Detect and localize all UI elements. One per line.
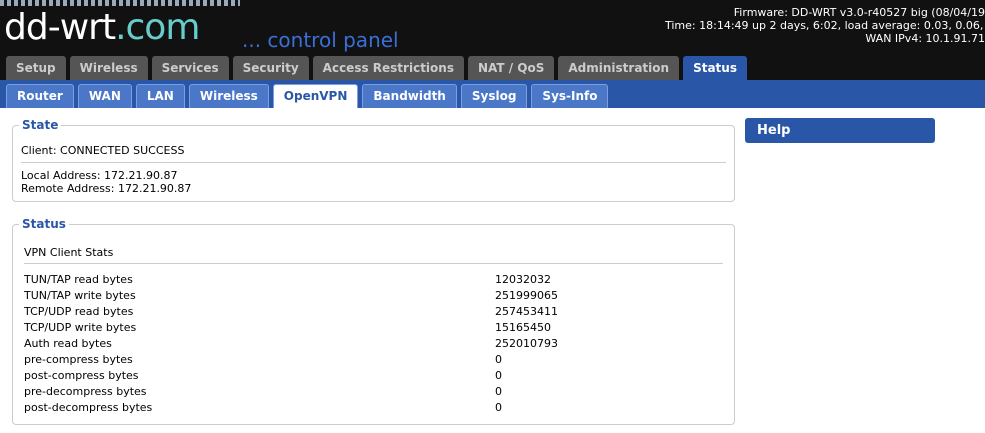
- subtab-wireless[interactable]: Wireless: [188, 84, 269, 108]
- state-panel: State Client: CONNECTED SUCCESS Local Ad…: [12, 118, 735, 202]
- subtab-syslog[interactable]: Syslog: [460, 84, 528, 108]
- logo-main: dd-wrt: [4, 7, 116, 48]
- tab-security[interactable]: Security: [232, 56, 309, 80]
- state-legend: State: [19, 118, 62, 132]
- subtab-bandwidth[interactable]: Bandwidth: [362, 84, 457, 108]
- tab-setup[interactable]: Setup: [6, 56, 66, 80]
- stat-value: 0: [495, 385, 502, 398]
- stat-label: TCP/UDP write bytes: [24, 321, 137, 334]
- tagline: ... control panel: [242, 28, 399, 52]
- tab-status[interactable]: Status: [683, 56, 747, 80]
- subtab-wan[interactable]: WAN: [77, 84, 132, 108]
- firmware-version: Firmware: DD-WRT v3.0-r40527 big (08/04/…: [733, 6, 985, 19]
- main-tabs: Setup Wireless Services Security Access …: [6, 56, 751, 80]
- stat-label: pre-compress bytes: [24, 353, 133, 366]
- stat-label: TUN/TAP read bytes: [24, 273, 133, 286]
- firmware-info: Firmware: DD-WRT v3.0-r40527 big (08/04/…: [665, 6, 985, 45]
- stat-label: TUN/TAP write bytes: [24, 289, 136, 302]
- system-time: Time: 18:14:49 up 2 days, 6:02, load ave…: [665, 19, 985, 32]
- stat-value: 12032032: [495, 273, 551, 286]
- subtab-router[interactable]: Router: [6, 84, 74, 108]
- stat-label: post-compress bytes: [24, 369, 139, 382]
- stat-value: 0: [495, 401, 502, 414]
- stat-value: 0: [495, 353, 502, 366]
- remote-address: Remote Address: 172.21.90.87: [21, 182, 192, 195]
- header-stripes: [0, 0, 240, 6]
- client-status: Client: CONNECTED SUCCESS: [21, 144, 185, 157]
- subtab-sys-info[interactable]: Sys-Info: [531, 84, 609, 108]
- local-address: Local Address: 172.21.90.87: [21, 169, 178, 182]
- help-button[interactable]: Help: [745, 118, 935, 143]
- sub-tabs: Router WAN LAN Wireless OpenVPN Bandwidt…: [6, 84, 612, 108]
- tab-wireless[interactable]: Wireless: [69, 56, 148, 80]
- tab-services[interactable]: Services: [151, 56, 229, 80]
- stat-value: 257453411: [495, 305, 558, 318]
- state-divider: [21, 162, 726, 163]
- stat-value: 15165450: [495, 321, 551, 334]
- tab-nat-qos[interactable]: NAT / QoS: [467, 56, 555, 80]
- tab-access-restrictions[interactable]: Access Restrictions: [312, 56, 464, 80]
- subtab-openvpn[interactable]: OpenVPN: [272, 84, 359, 108]
- stat-label: Auth read bytes: [24, 337, 112, 350]
- status-divider: [24, 263, 723, 264]
- tab-administration[interactable]: Administration: [558, 56, 680, 80]
- stat-value: 251999065: [495, 289, 558, 302]
- status-panel: Status VPN Client Stats TUN/TAP read byt…: [12, 217, 735, 425]
- vpn-stats-heading: VPN Client Stats: [24, 246, 114, 259]
- subtab-lan[interactable]: LAN: [135, 84, 185, 108]
- stat-value: 0: [495, 369, 502, 382]
- wan-ipv4: WAN IPv4: 10.1.91.71: [865, 32, 985, 45]
- stat-label: TCP/UDP read bytes: [24, 305, 134, 318]
- status-legend: Status: [19, 217, 69, 231]
- stat-label: pre-decompress bytes: [24, 385, 147, 398]
- stat-label: post-decompress bytes: [24, 401, 153, 414]
- stat-value: 252010793: [495, 337, 558, 350]
- logo: dd-wrt.com: [4, 7, 200, 48]
- logo-domain: .com: [115, 7, 200, 48]
